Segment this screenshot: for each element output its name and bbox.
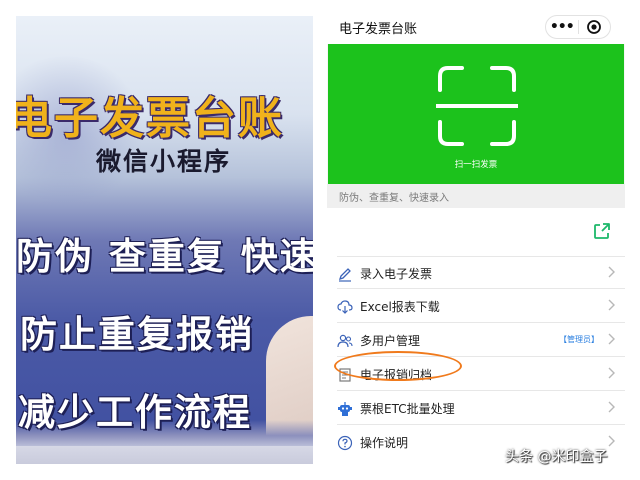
hint-text: 防伪、查重复、快速录入 (339, 193, 449, 204)
chevron-right-icon (608, 401, 615, 413)
admin-badge: 【管理员】 (559, 335, 599, 344)
robot-icon (338, 402, 352, 416)
app-title: 电子发票台账 (339, 22, 418, 37)
screenshot-root: 电子发票台账 微信小程序 防伪 查重复 快速 防止重复报销 减少工作流程 电子发… (0, 0, 640, 480)
chevron-right-icon (608, 367, 615, 379)
promo-banner: 电子发票台账 微信小程序 防伪 查重复 快速 防止重复报销 减少工作流程 (16, 16, 313, 464)
highlight-annotation-ring (334, 351, 462, 381)
watermark-text: 头条 @米印盒子 (505, 449, 608, 465)
promo-feature-line-1: 防伪 查重复 快速 (16, 235, 313, 278)
menu-item-label: 票根ETC批量处理 (360, 402, 455, 416)
help-circle-icon (337, 435, 353, 451)
scan-invoice-label: 扫一扫发票 (454, 160, 498, 170)
chevron-right-icon (608, 333, 615, 345)
cloud-download-icon (337, 300, 353, 314)
scan-invoice-button[interactable]: 扫一扫发票 (328, 44, 624, 184)
chevron-right-icon (608, 299, 615, 311)
promo-paper (16, 446, 313, 464)
menu-item-label: Excel报表下载 (360, 300, 440, 314)
menu-item-excel-download[interactable]: Excel报表下载 (337, 290, 625, 323)
menu-item-label: 操作说明 (360, 436, 409, 450)
app-top-bar: 电子发票台账 ••• (327, 10, 625, 44)
mini-program-capsule: ••• (545, 15, 611, 39)
more-dots-icon[interactable]: ••• (546, 16, 578, 38)
menu-panel: 录入电子发票 Excel报表下载 多用户管理 【管理员】 电子报销归档 票根ET… (327, 208, 625, 470)
promo-feature-line-3: 减少工作流程 (18, 391, 252, 434)
promo-subtitle: 微信小程序 (96, 147, 232, 176)
menu-item-label: 多用户管理 (360, 334, 421, 348)
chevron-right-icon (608, 266, 615, 278)
scan-frame-icon (436, 66, 518, 146)
hint-bar: 防伪、查重复、快速录入 (327, 184, 625, 208)
menu-item-enter-invoice[interactable]: 录入电子发票 (337, 256, 625, 289)
promo-feature-line-2: 防止重复报销 (20, 313, 254, 356)
chevron-right-icon (608, 435, 615, 447)
menu-item-etc-batch[interactable]: 票根ETC批量处理 (337, 392, 625, 425)
share-export-icon[interactable] (593, 222, 611, 240)
pen-icon (338, 268, 351, 282)
target-close-icon[interactable] (578, 16, 610, 38)
promo-title: 电子发票台账 (16, 93, 284, 144)
menu-item-label: 录入电子发票 (360, 267, 433, 281)
mini-program-screen: 电子发票台账 ••• 扫一扫发票 防伪、查重复、快速录入 录入电子发票 Exce… (327, 10, 625, 470)
users-icon (337, 334, 353, 348)
